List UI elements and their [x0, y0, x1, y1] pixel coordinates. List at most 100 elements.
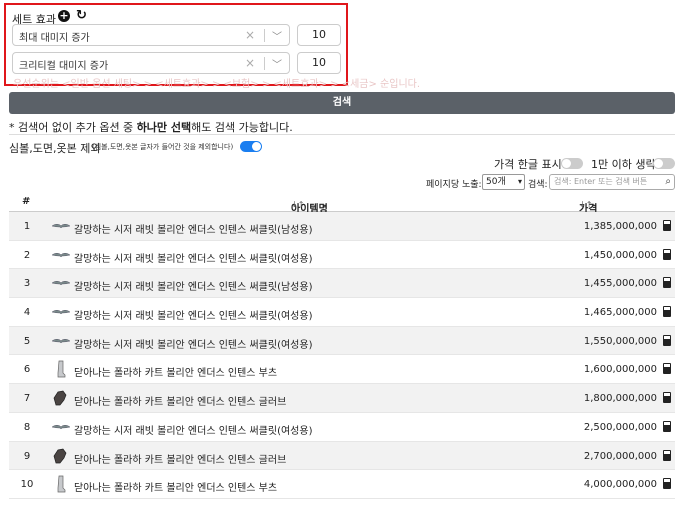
- row-number: 6: [23, 364, 31, 376]
- search-input[interactable]: 검색: Enter 또는 검색 버튼 ⌕: [549, 174, 675, 190]
- wing-icon: [51, 274, 71, 292]
- sort-icon[interactable]: ↓↑: [579, 200, 592, 209]
- calculator-icon[interactable]: [663, 248, 671, 260]
- table-row[interactable]: 7 닫아나는 폴라하 카트 볼리안 엔더스 인텐스 글러브 1,800,000,00…: [9, 384, 675, 413]
- per-page-select[interactable]: 50개 ▾: [482, 174, 525, 190]
- item-name[interactable]: 갈망하는 시저 래빗 볼리안 엔더스 인텐스 써클릿(여성용): [74, 336, 312, 351]
- calculator-icon[interactable]: [663, 220, 671, 231]
- note-suffix: 해도 검색 가능합니다.: [191, 121, 293, 134]
- clear-icon[interactable]: ×: [245, 56, 255, 70]
- calculator-icon[interactable]: [663, 334, 671, 346]
- option-select-1-value: 최대 대미지 증가: [19, 33, 90, 44]
- divider: [9, 134, 675, 135]
- per-page-value: 50개: [486, 177, 506, 187]
- table-header: # 아이템명 ↓↑ 가격 ↓↑: [9, 192, 675, 215]
- option-value-1[interactable]: 10: [297, 24, 341, 46]
- wing-icon: [51, 303, 71, 321]
- row-number: 9: [23, 450, 31, 462]
- korean-price-label: 가격 한글 표시:: [494, 158, 566, 171]
- wing-icon: [51, 418, 71, 436]
- option-select-2[interactable]: 크리티컬 대미지 증가 × ﹀: [12, 52, 290, 74]
- note-bold: 하나만 선택: [136, 121, 192, 134]
- table-row[interactable]: 1 갈망하는 시저 래빗 볼리안 엔더스 인텐스 써클릿(남성용) 1,385,00…: [9, 212, 675, 241]
- item-name[interactable]: 갈망하는 시저 래빗 볼리안 엔더스 인텐스 써클릿(여성용): [74, 307, 312, 322]
- wing-icon: [51, 217, 71, 235]
- select-separator: [264, 29, 265, 42]
- priority-hint: 우선순위는 <일반 옵션 세팅> > <세트효과> > <보험> > <세트효과…: [13, 79, 421, 90]
- exclude-label: 심볼,도면,옷본 제외: [9, 142, 101, 155]
- calculator-icon[interactable]: [663, 306, 671, 318]
- calculator-icon[interactable]: [663, 478, 671, 490]
- item-price: 1,600,000,000: [583, 364, 657, 376]
- item-name[interactable]: 갈망하는 시저 래빗 볼리안 엔더스 인텐스 써클릿(남성용): [74, 278, 312, 293]
- row-number: 1: [23, 221, 31, 232]
- item-price: 2,700,000,000: [583, 450, 657, 462]
- table-row[interactable]: 9 닫아나는 폴라하 카트 볼리안 엔더스 인텐스 글러브 2,700,000,00…: [9, 441, 675, 471]
- omit-under-label: 1만 이하 생략:: [591, 158, 660, 171]
- glove-icon: [51, 389, 71, 407]
- table-row[interactable]: 6 닫아나는 폴라하 카트 볼리안 엔더스 인텐스 부츠 1,600,000,000: [9, 355, 675, 385]
- per-page-label: 페이지당 노출:: [426, 180, 482, 190]
- header-num: #: [22, 196, 31, 207]
- item-price: 4,000,000,000: [583, 479, 657, 491]
- row-number: 4: [23, 307, 31, 319]
- calculator-icon[interactable]: [663, 363, 671, 375]
- table-row[interactable]: 5 갈망하는 시저 래빗 볼리안 엔더스 인텐스 써클릿(여성용) 1,550,00…: [9, 326, 675, 356]
- chevron-down-icon: ▾: [517, 177, 522, 186]
- item-name[interactable]: 닫아나는 폴라하 카트 볼리안 엔더스 인텐스 글러브: [74, 451, 286, 466]
- item-name[interactable]: 닫아나는 폴라하 카트 볼리안 엔더스 인텐스 부츠: [74, 364, 277, 379]
- item-name[interactable]: 닫아나는 폴라하 카트 볼리안 엔더스 인텐스 부츠: [74, 479, 277, 494]
- item-price: 1,450,000,000: [583, 249, 657, 261]
- table-row[interactable]: 2 갈망하는 시저 래빗 볼리안 엔더스 인텐스 써클릿(여성용) 1,450,00…: [9, 241, 675, 270]
- search-note: * 검색어 없이 추가 옵션 중 하나만 선택해도 검색 가능합니다.: [9, 119, 293, 135]
- exclude-sublabel: (심볼,도면,옷본 글자가 들어간 것을 제외합니다): [92, 143, 234, 151]
- item-name[interactable]: 갈망하는 시저 래빗 볼리안 엔더스 인텐스 써클릿(여성용): [74, 422, 312, 437]
- chevron-down-icon[interactable]: ﹀: [272, 28, 282, 43]
- calculator-icon[interactable]: [663, 420, 671, 432]
- table-body: 1 갈망하는 시저 래빗 볼리안 엔더스 인텐스 써클릿(남성용) 1,385,00…: [9, 212, 675, 499]
- exclude-toggle[interactable]: [240, 141, 262, 152]
- note-prefix: * 검색어 없이 추가 옵션 중: [9, 121, 137, 134]
- boot-icon: [51, 360, 71, 378]
- row-number: 7: [23, 393, 31, 405]
- glove-icon: [51, 447, 71, 465]
- table-row[interactable]: 10 닫아나는 폴라하 카트 볼리안 엔더스 인텐스 부츠 4,000,000,00…: [9, 470, 675, 499]
- item-name[interactable]: 갈망하는 시저 래빗 볼리안 엔더스 인텐스 써클릿(남성용): [74, 221, 312, 236]
- set-effect-panel: 세트 효과 + ↻ 최대 대미지 증가 × ﹀ 10 크리티컬 대미지 증가 ×…: [4, 3, 348, 86]
- option-select-2-value: 크리티컬 대미지 증가: [19, 61, 109, 72]
- option-value-2[interactable]: 10: [297, 52, 341, 74]
- item-price: 1,550,000,000: [583, 335, 657, 347]
- item-name[interactable]: 닫아나는 폴라하 카트 볼리안 엔더스 인텐스 글러브: [74, 393, 286, 408]
- calculator-icon[interactable]: [663, 392, 671, 404]
- search-placeholder: 검색: Enter 또는 검색 버튼: [554, 177, 648, 186]
- item-name[interactable]: 갈망하는 시저 래빗 볼리안 엔더스 인텐스 써클릿(여성용): [74, 250, 312, 265]
- search-button[interactable]: 검색: [9, 92, 675, 114]
- search-icon[interactable]: ⌕: [665, 175, 671, 189]
- row-number: 2: [23, 249, 31, 261]
- wing-icon: [51, 332, 71, 350]
- row-number: 10: [20, 479, 34, 491]
- item-price: 1,455,000,000: [583, 278, 657, 290]
- table-row[interactable]: 4 갈망하는 시저 래빗 볼리안 엔더스 인텐스 써클릿(여성용) 1,465,00…: [9, 298, 675, 327]
- refresh-icon[interactable]: ↻: [76, 9, 87, 22]
- table-row[interactable]: 8 갈망하는 시저 래빗 볼리안 엔더스 인텐스 써클릿(여성용) 2,500,00…: [9, 413, 675, 442]
- option-select-1[interactable]: 최대 대미지 증가 × ﹀: [12, 24, 290, 46]
- omit-under-toggle[interactable]: [653, 158, 675, 169]
- item-price: 2,500,000,000: [583, 421, 657, 433]
- row-number: 3: [23, 278, 31, 290]
- row-number: 5: [23, 335, 31, 347]
- calculator-icon[interactable]: [663, 277, 671, 289]
- sort-icon[interactable]: ↓↑: [291, 200, 304, 209]
- clear-icon[interactable]: ×: [245, 28, 255, 42]
- korean-price-toggle[interactable]: [561, 158, 583, 169]
- wing-icon: [51, 246, 71, 264]
- table-row[interactable]: 3 갈망하는 시저 래빗 볼리안 엔더스 인텐스 써클릿(남성용) 1,455,00…: [9, 269, 675, 299]
- chevron-down-icon[interactable]: ﹀: [272, 56, 282, 71]
- plus-circle-icon[interactable]: +: [58, 10, 70, 22]
- row-number: 8: [23, 421, 31, 433]
- boot-icon: [51, 475, 71, 493]
- calculator-icon[interactable]: [663, 449, 671, 461]
- select-separator: [264, 57, 265, 70]
- item-table: # 아이템명 ↓↑ 가격 ↓↑ 1 갈망하는 시저 래빗 볼리안 엔더스 인텐스 …: [9, 192, 675, 499]
- search-label: 검색:: [528, 180, 548, 190]
